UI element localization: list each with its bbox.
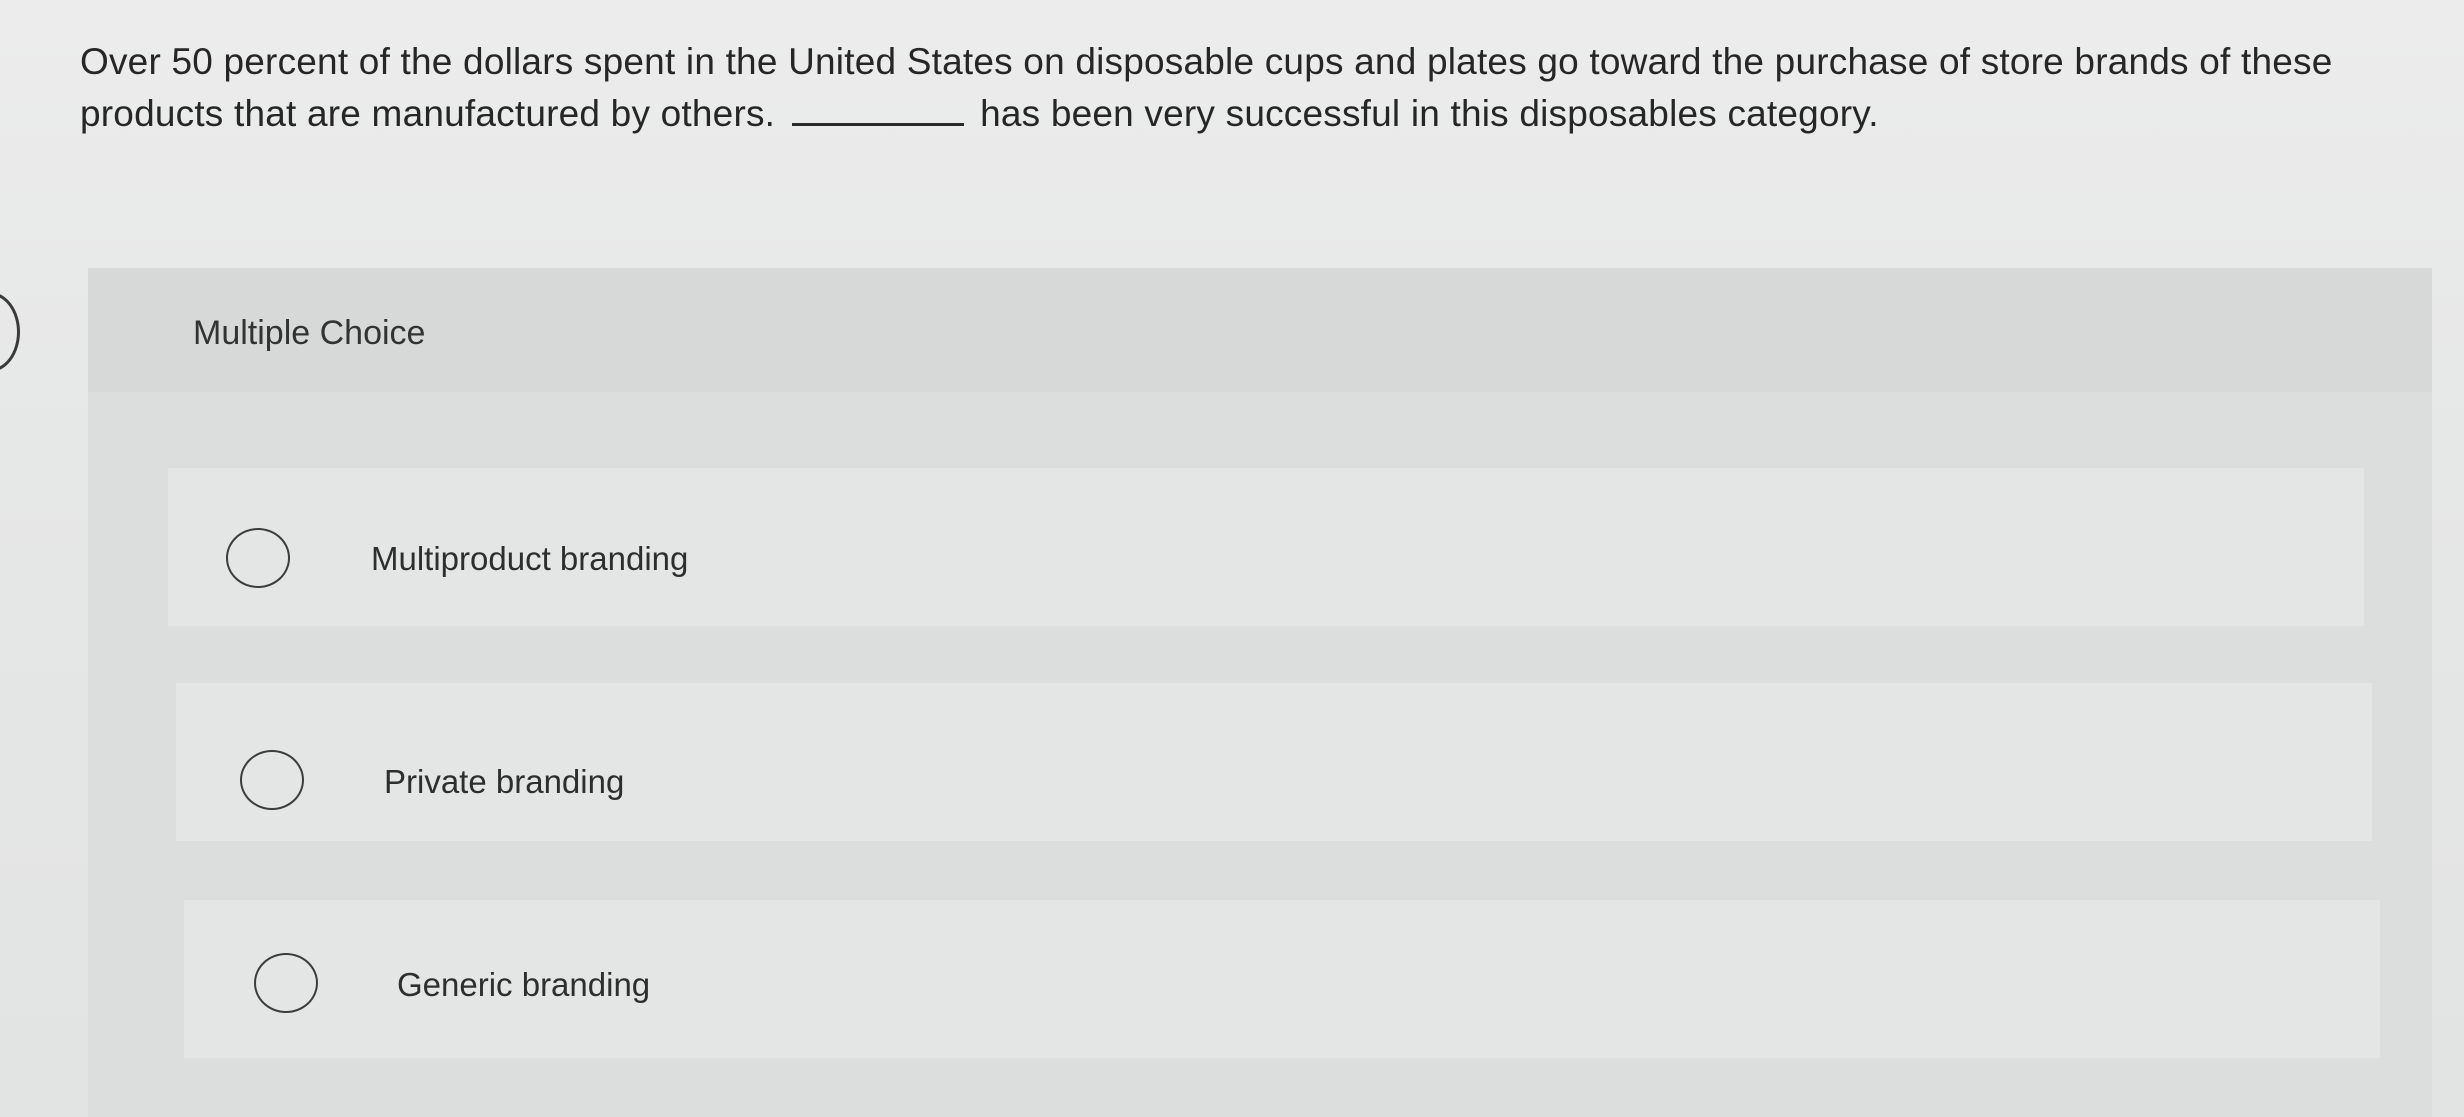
quiz-page: Over 50 percent of the dollars spent in … <box>0 0 2464 1117</box>
option-label: Generic branding <box>397 966 651 1003</box>
multiple-choice-header: Multiple Choice <box>88 268 2432 392</box>
option-label: Multiproduct branding <box>371 540 689 577</box>
answer-blank <box>791 95 964 126</box>
radio-button[interactable] <box>254 953 318 1013</box>
edge-circle-icon <box>0 292 20 372</box>
radio-button[interactable] <box>240 750 304 810</box>
question-part-2: has been very successful in this disposa… <box>980 93 1879 134</box>
option-multiproduct-branding[interactable]: Multiproduct branding <box>168 468 2364 626</box>
option-label: Private branding <box>384 763 625 800</box>
option-private-branding[interactable]: Private branding <box>176 683 2372 841</box>
multiple-choice-panel: Multiple Choice Multiproduct branding Pr… <box>88 268 2432 1117</box>
radio-button[interactable] <box>226 528 290 588</box>
multiple-choice-heading: Multiple Choice <box>193 314 426 352</box>
question-text: Over 50 percent of the dollars spent in … <box>80 36 2420 140</box>
option-generic-branding[interactable]: Generic branding <box>184 900 2380 1058</box>
